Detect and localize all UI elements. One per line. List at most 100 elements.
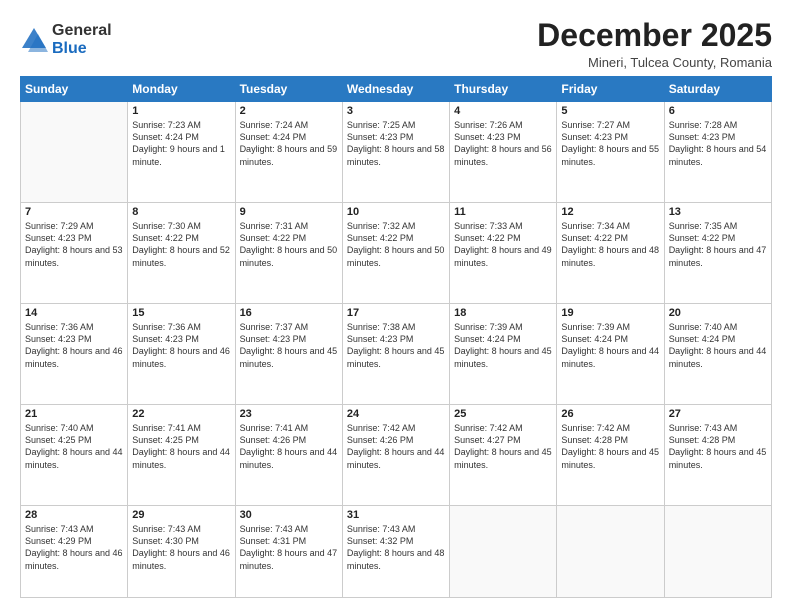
cell-daylight-info: Sunrise: 7:36 AM Sunset: 4:23 PM Dayligh…	[25, 321, 123, 370]
calendar-cell: 15 Sunrise: 7:36 AM Sunset: 4:23 PM Dayli…	[128, 304, 235, 405]
calendar-cell: 18 Sunrise: 7:39 AM Sunset: 4:24 PM Dayli…	[450, 304, 557, 405]
logo-text: General Blue	[52, 22, 112, 57]
day-number: 17	[347, 307, 445, 319]
cell-daylight-info: Sunrise: 7:40 AM Sunset: 4:25 PM Dayligh…	[25, 422, 123, 471]
cell-daylight-info: Sunrise: 7:39 AM Sunset: 4:24 PM Dayligh…	[561, 321, 659, 370]
cell-daylight-info: Sunrise: 7:35 AM Sunset: 4:22 PM Dayligh…	[669, 220, 767, 269]
weekday-header-tuesday: Tuesday	[235, 77, 342, 102]
cell-daylight-info: Sunrise: 7:32 AM Sunset: 4:22 PM Dayligh…	[347, 220, 445, 269]
day-number: 6	[669, 105, 767, 117]
calendar-cell: 22Sunrise: 7:41 AM Sunset: 4:25 PM Dayli…	[128, 405, 235, 506]
calendar-cell: 3Sunrise: 7:25 AM Sunset: 4:23 PM Daylig…	[342, 102, 449, 203]
cell-daylight-info: Sunrise: 7:36 AM Sunset: 4:23 PM Dayligh…	[132, 321, 230, 370]
calendar-cell: 13 Sunrise: 7:35 AM Sunset: 4:22 PM Dayli…	[664, 203, 771, 304]
calendar-cell	[21, 102, 128, 203]
weekday-header-saturday: Saturday	[664, 77, 771, 102]
day-number: 15	[132, 307, 230, 319]
logo: General Blue	[20, 22, 112, 57]
weekday-header-row: SundayMondayTuesdayWednesdayThursdayFrid…	[21, 77, 772, 102]
calendar-cell: 4 Sunrise: 7:26 AM Sunset: 4:23 PM Daylig…	[450, 102, 557, 203]
location-subtitle: Mineri, Tulcea County, Romania	[537, 55, 772, 70]
calendar-week-row: 14 Sunrise: 7:36 AM Sunset: 4:23 PM Dayli…	[21, 304, 772, 405]
weekday-header-sunday: Sunday	[21, 77, 128, 102]
calendar-cell	[450, 506, 557, 598]
logo-icon	[20, 26, 48, 54]
calendar-cell: 7 Sunrise: 7:29 AM Sunset: 4:23 PM Daylig…	[21, 203, 128, 304]
calendar-header: SundayMondayTuesdayWednesdayThursdayFrid…	[21, 77, 772, 102]
day-number: 19	[561, 307, 659, 319]
cell-daylight-info: Sunrise: 7:30 AM Sunset: 4:22 PM Dayligh…	[132, 220, 230, 269]
logo-general: General	[52, 22, 112, 40]
day-number: 8	[132, 206, 230, 218]
cell-daylight-info: Sunrise: 7:37 AM Sunset: 4:23 PM Dayligh…	[240, 321, 338, 370]
day-number: 13	[669, 206, 767, 218]
weekday-header-friday: Friday	[557, 77, 664, 102]
day-number: 14	[25, 307, 123, 319]
weekday-header-wednesday: Wednesday	[342, 77, 449, 102]
cell-daylight-info: Sunrise: 7:27 AM Sunset: 4:23 PM Dayligh…	[561, 119, 659, 168]
weekday-header-monday: Monday	[128, 77, 235, 102]
day-number: 16	[240, 307, 338, 319]
calendar-week-row: 1 Sunrise: 7:23 AM Sunset: 4:24 PM Daylig…	[21, 102, 772, 203]
cell-daylight-info: Sunrise: 7:24 AM Sunset: 4:24 PM Dayligh…	[240, 119, 338, 168]
calendar-cell: 6Sunrise: 7:28 AM Sunset: 4:23 PM Daylig…	[664, 102, 771, 203]
day-number: 31	[347, 509, 445, 521]
cell-daylight-info: Sunrise: 7:40 AM Sunset: 4:24 PM Dayligh…	[669, 321, 767, 370]
cell-daylight-info: Sunrise: 7:29 AM Sunset: 4:23 PM Dayligh…	[25, 220, 123, 269]
day-number: 25	[454, 408, 552, 420]
logo-blue: Blue	[52, 40, 112, 58]
day-number: 24	[347, 408, 445, 420]
cell-daylight-info: Sunrise: 7:33 AM Sunset: 4:22 PM Dayligh…	[454, 220, 552, 269]
day-number: 23	[240, 408, 338, 420]
day-number: 1	[132, 105, 230, 117]
cell-daylight-info: Sunrise: 7:23 AM Sunset: 4:24 PM Dayligh…	[132, 119, 230, 168]
day-number: 12	[561, 206, 659, 218]
day-number: 4	[454, 105, 552, 117]
day-number: 22	[132, 408, 230, 420]
cell-daylight-info: Sunrise: 7:25 AM Sunset: 4:23 PM Dayligh…	[347, 119, 445, 168]
calendar-cell: 16 Sunrise: 7:37 AM Sunset: 4:23 PM Dayli…	[235, 304, 342, 405]
day-number: 9	[240, 206, 338, 218]
day-number: 10	[347, 206, 445, 218]
cell-daylight-info: Sunrise: 7:42 AM Sunset: 4:28 PM Dayligh…	[561, 422, 659, 471]
calendar-cell: 23 Sunrise: 7:41 AM Sunset: 4:26 PM Dayli…	[235, 405, 342, 506]
day-number: 30	[240, 509, 338, 521]
weekday-header-thursday: Thursday	[450, 77, 557, 102]
day-number: 7	[25, 206, 123, 218]
calendar-cell: 30 Sunrise: 7:43 AM Sunset: 4:31 PM Dayli…	[235, 506, 342, 598]
calendar-cell: 5Sunrise: 7:27 AM Sunset: 4:23 PM Daylig…	[557, 102, 664, 203]
calendar-cell: 26Sunrise: 7:42 AM Sunset: 4:28 PM Dayli…	[557, 405, 664, 506]
calendar-cell: 29Sunrise: 7:43 AM Sunset: 4:30 PM Dayli…	[128, 506, 235, 598]
cell-daylight-info: Sunrise: 7:43 AM Sunset: 4:32 PM Dayligh…	[347, 523, 445, 572]
calendar-cell: 8 Sunrise: 7:30 AM Sunset: 4:22 PM Daylig…	[128, 203, 235, 304]
calendar-cell: 11 Sunrise: 7:33 AM Sunset: 4:22 PM Dayli…	[450, 203, 557, 304]
calendar-week-row: 21Sunrise: 7:40 AM Sunset: 4:25 PM Dayli…	[21, 405, 772, 506]
cell-daylight-info: Sunrise: 7:41 AM Sunset: 4:26 PM Dayligh…	[240, 422, 338, 471]
calendar-cell: 25 Sunrise: 7:42 AM Sunset: 4:27 PM Dayli…	[450, 405, 557, 506]
calendar-cell: 31 Sunrise: 7:43 AM Sunset: 4:32 PM Dayli…	[342, 506, 449, 598]
cell-daylight-info: Sunrise: 7:31 AM Sunset: 4:22 PM Dayligh…	[240, 220, 338, 269]
title-area: December 2025 Mineri, Tulcea County, Rom…	[537, 18, 772, 70]
calendar-cell: 10 Sunrise: 7:32 AM Sunset: 4:22 PM Dayli…	[342, 203, 449, 304]
calendar-week-row: 7 Sunrise: 7:29 AM Sunset: 4:23 PM Daylig…	[21, 203, 772, 304]
calendar-week-row: 28Sunrise: 7:43 AM Sunset: 4:29 PM Dayli…	[21, 506, 772, 598]
calendar-cell: 20Sunrise: 7:40 AM Sunset: 4:24 PM Dayli…	[664, 304, 771, 405]
cell-daylight-info: Sunrise: 7:39 AM Sunset: 4:24 PM Dayligh…	[454, 321, 552, 370]
calendar-cell: 21Sunrise: 7:40 AM Sunset: 4:25 PM Dayli…	[21, 405, 128, 506]
calendar-body: 1 Sunrise: 7:23 AM Sunset: 4:24 PM Daylig…	[21, 102, 772, 598]
cell-daylight-info: Sunrise: 7:43 AM Sunset: 4:31 PM Dayligh…	[240, 523, 338, 572]
calendar-cell: 19 Sunrise: 7:39 AM Sunset: 4:24 PM Dayli…	[557, 304, 664, 405]
calendar-cell	[557, 506, 664, 598]
calendar-cell: 2Sunrise: 7:24 AM Sunset: 4:24 PM Daylig…	[235, 102, 342, 203]
header: General Blue December 2025 Mineri, Tulce…	[20, 18, 772, 70]
day-number: 27	[669, 408, 767, 420]
calendar-cell: 17Sunrise: 7:38 AM Sunset: 4:23 PM Dayli…	[342, 304, 449, 405]
cell-daylight-info: Sunrise: 7:26 AM Sunset: 4:23 PM Dayligh…	[454, 119, 552, 168]
cell-daylight-info: Sunrise: 7:43 AM Sunset: 4:28 PM Dayligh…	[669, 422, 767, 471]
calendar-cell: 28Sunrise: 7:43 AM Sunset: 4:29 PM Dayli…	[21, 506, 128, 598]
day-number: 11	[454, 206, 552, 218]
day-number: 18	[454, 307, 552, 319]
calendar-cell: 12Sunrise: 7:34 AM Sunset: 4:22 PM Dayli…	[557, 203, 664, 304]
cell-daylight-info: Sunrise: 7:42 AM Sunset: 4:27 PM Dayligh…	[454, 422, 552, 471]
calendar-cell	[664, 506, 771, 598]
